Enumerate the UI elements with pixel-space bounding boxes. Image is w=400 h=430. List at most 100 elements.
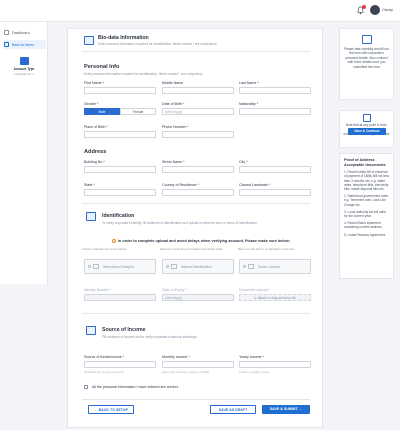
id-option-drivers-licence[interactable]: Drivers Licence bbox=[239, 259, 311, 274]
proof-item: 5. Lease/Tenancy Agreement bbox=[344, 232, 386, 237]
street-label: Street Name * bbox=[162, 160, 185, 164]
personal-info-subtitle: Enter personal information required for … bbox=[84, 72, 203, 76]
gender-toggle[interactable]: Male Female bbox=[84, 108, 156, 115]
place-of-birth-input[interactable] bbox=[84, 131, 156, 138]
id-option-passport[interactable]: International Passport bbox=[84, 259, 156, 274]
divider bbox=[82, 399, 310, 400]
landmark-input[interactable] bbox=[239, 189, 311, 196]
source-hint: How does the money come from bbox=[84, 370, 125, 374]
bio-data-subtitle: Enter personal information required for … bbox=[98, 42, 217, 46]
dob-input[interactable]: dd/mm/yyyy bbox=[162, 108, 234, 115]
id-hint: Document should be good condition and cl… bbox=[160, 248, 223, 251]
notification-dot bbox=[362, 5, 366, 9]
last-name-input[interactable] bbox=[239, 87, 311, 94]
avatar[interactable] bbox=[370, 5, 380, 15]
street-input[interactable] bbox=[162, 166, 234, 173]
divider bbox=[82, 313, 310, 314]
top-bar: Olaniyi bbox=[0, 0, 400, 22]
save-and-submit-button[interactable]: SAVE & SUBMIT → bbox=[262, 405, 310, 414]
account-icon bbox=[19, 57, 29, 65]
address-title: Address bbox=[84, 149, 107, 155]
radio-icon bbox=[166, 265, 169, 268]
id-hint: Make sure that there is no light glare o… bbox=[238, 248, 294, 251]
sidebar: Dashboard Back to Menu Account Type Indi… bbox=[0, 22, 48, 284]
monthly-hint: How much currently comes in monthly bbox=[162, 370, 210, 374]
state-label: State * bbox=[84, 183, 95, 187]
identification-subtitle: To verify corporate's identity, fill evi… bbox=[102, 221, 258, 225]
personal-info-title: Personal Info bbox=[84, 64, 120, 70]
proof-item: 2. State/local government rates e.g. Ten… bbox=[344, 194, 389, 207]
income-subtitle: Fill evidence of income and to verify co… bbox=[102, 335, 198, 339]
proof-item: 1. Recent utility bill or evidence of pa… bbox=[344, 170, 389, 191]
divider bbox=[82, 203, 310, 204]
gender-option-male[interactable]: Male bbox=[84, 108, 120, 115]
city-label: City * bbox=[239, 160, 248, 164]
confirm-label: All the personal information I have ente… bbox=[92, 385, 178, 389]
place-of-birth-label: Place of Birth * bbox=[84, 125, 108, 129]
state-select[interactable] bbox=[84, 189, 156, 196]
identification-title: Identification bbox=[102, 213, 135, 219]
expiry-label: Date of Expiry * bbox=[162, 288, 187, 292]
doc-upload-dropzone[interactable]: ⊘ attach or drag and drop file bbox=[239, 294, 311, 301]
bio-data-title: Bio-data Information bbox=[98, 35, 149, 41]
yearly-label: Yearly Income * bbox=[239, 355, 265, 359]
option-label: International Passport bbox=[103, 264, 135, 269]
dob-label: Date of Birth * bbox=[162, 102, 185, 106]
gender-label: Gender * bbox=[84, 102, 99, 106]
doc-upload-label: Document Upload * bbox=[239, 288, 271, 292]
landmark-label: Closest Landmark * bbox=[239, 183, 271, 187]
phone-input[interactable] bbox=[162, 131, 234, 138]
proof-item: 4. Recent Bank statement containing curr… bbox=[344, 221, 383, 230]
menu-icon bbox=[4, 42, 9, 47]
first-name-label: First Name * bbox=[84, 81, 104, 85]
country-label: Country of Residence * bbox=[162, 183, 199, 187]
id-card-icon bbox=[86, 212, 96, 221]
sidebar-item-dashboard[interactable]: Dashboard bbox=[4, 28, 46, 37]
source-input[interactable] bbox=[84, 361, 156, 368]
expiry-input[interactable]: dd/mm/yyyy bbox=[162, 294, 234, 301]
submit-label: SAVE & SUBMIT bbox=[269, 407, 298, 411]
building-label: Building No * bbox=[84, 160, 105, 164]
middle-name-label: Middle Name bbox=[162, 81, 184, 85]
city-input[interactable] bbox=[239, 166, 311, 173]
source-label: Source of funds/income * bbox=[84, 355, 125, 359]
last-name-label: Last Name * bbox=[239, 81, 259, 85]
country-select[interactable] bbox=[162, 189, 234, 196]
account-type-card[interactable]: Account Type Individual Tier 1 bbox=[8, 57, 40, 76]
save-as-draft-button[interactable]: SAVE AS DRAFT bbox=[210, 405, 256, 414]
monthly-input[interactable] bbox=[162, 361, 234, 368]
id-option-national-id[interactable]: National Identification bbox=[162, 259, 234, 274]
warning-icon bbox=[112, 239, 116, 243]
monthly-label: Monthly Income * bbox=[162, 355, 190, 359]
divider bbox=[82, 51, 310, 52]
option-label: National Identification bbox=[181, 264, 212, 269]
middle-name-input[interactable] bbox=[162, 87, 234, 94]
id-notice: In order to complete upload and avoid de… bbox=[112, 239, 290, 243]
confirm-checkbox[interactable] bbox=[84, 385, 88, 389]
back-to-setup-button[interactable]: ← BACK TO SETUP bbox=[88, 405, 134, 414]
instructions-card: Please task carefully and fill out the f… bbox=[339, 28, 394, 100]
id-notice-text: In order to complete upload and avoid de… bbox=[118, 239, 290, 243]
sidebar-item-back-to-menu[interactable]: Back to Menu bbox=[4, 40, 46, 49]
radio-icon bbox=[243, 265, 246, 268]
nationality-select[interactable] bbox=[239, 108, 311, 115]
arrow-right-icon: → bbox=[297, 407, 303, 411]
save-and-continue-button[interactable]: Save & Continue bbox=[348, 128, 386, 135]
sidebar-item-label: Back to Menu bbox=[12, 42, 34, 47]
note-icon bbox=[362, 114, 371, 122]
income-title: Source of Income bbox=[102, 327, 146, 333]
sidebar-item-label: Dashboard bbox=[12, 30, 30, 35]
proof-title: Proof of Address Acceptable documents bbox=[344, 158, 386, 167]
nationality-label: Nationality * bbox=[239, 102, 259, 106]
radio-icon bbox=[88, 265, 91, 268]
passport-icon bbox=[93, 264, 99, 269]
first-name-input[interactable] bbox=[84, 87, 156, 94]
dashboard-icon bbox=[4, 30, 9, 35]
gender-option-female[interactable]: Female bbox=[120, 108, 156, 115]
income-icon bbox=[86, 326, 96, 335]
building-input[interactable] bbox=[84, 166, 156, 173]
account-type: Account Type bbox=[13, 67, 35, 71]
yearly-input[interactable] bbox=[239, 361, 311, 368]
id-number-input[interactable] bbox=[84, 294, 156, 301]
user-name[interactable]: Olaniyi bbox=[382, 8, 393, 12]
